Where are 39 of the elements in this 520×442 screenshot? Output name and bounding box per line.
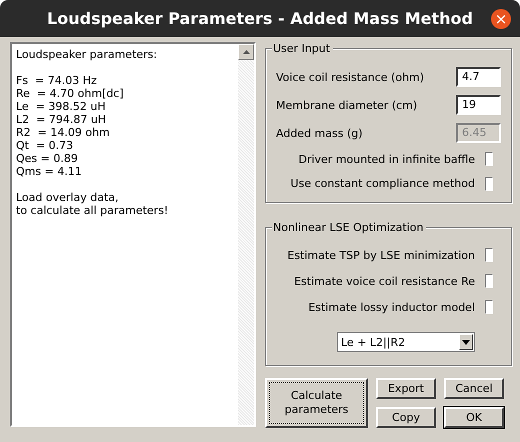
output-line: Re = 4.70 ohm[dc] xyxy=(16,87,125,100)
calculate-button[interactable]: Calculate parameters xyxy=(265,378,368,428)
scrollbar[interactable] xyxy=(238,44,254,425)
close-button[interactable]: × xyxy=(491,9,511,29)
output-line: Loudspeaker parameters: xyxy=(16,48,158,61)
checkbox[interactable] xyxy=(485,274,493,288)
input-field[interactable]: 19 xyxy=(456,95,501,116)
dialog-button[interactable]: Copy xyxy=(376,407,436,428)
checkbox[interactable] xyxy=(485,176,493,191)
output-line: Load overlay data, xyxy=(16,191,120,204)
dialog-button[interactable]: Export xyxy=(376,378,436,399)
output-line: Fs = 74.03 Hz xyxy=(16,74,98,87)
output-line: Qms = 4.11 xyxy=(16,165,83,178)
output-line: Qt = 0.73 xyxy=(16,139,74,152)
checkbox-label: Driver mounted in infinite baffle xyxy=(298,152,475,166)
up-arrow-icon xyxy=(242,50,250,54)
group-title: Nonlinear LSE Optimization xyxy=(272,221,426,234)
input-field[interactable]: 4.7 xyxy=(456,67,501,88)
field-label: Voice coil resistance (ohm) xyxy=(276,70,424,84)
checkbox-label: Use constant compliance method xyxy=(290,177,475,190)
field-label: Added mass (g) xyxy=(276,126,363,140)
output-line: L2 = 794.87 uH xyxy=(16,113,108,126)
field-label: Membrane diameter (cm) xyxy=(276,98,418,112)
checkbox[interactable] xyxy=(485,300,493,314)
output-line: Le = 398.52 uH xyxy=(16,100,107,113)
window-title: Loudspeaker Parameters - Added Mass Method xyxy=(47,9,473,28)
scroll-up-button[interactable] xyxy=(238,44,254,60)
output-line: to calculate all parameters! xyxy=(16,204,170,217)
output-line: R2 = 14.09 ohm xyxy=(16,126,111,139)
checkbox-label: Estimate TSP by LSE minimization xyxy=(287,248,475,262)
checkbox-label: Estimate voice coil resistance Re xyxy=(294,274,475,288)
model-dropdown[interactable]: Le + L2||R2 xyxy=(337,332,475,352)
checkbox-label: Estimate lossy inductor model xyxy=(308,300,475,314)
dialog-button[interactable]: OK xyxy=(444,407,504,428)
group-title: User Input xyxy=(272,42,334,55)
checkbox[interactable] xyxy=(485,248,493,262)
dialog-button[interactable]: Cancel xyxy=(444,378,504,399)
output-line: Qes = 0.89 xyxy=(16,152,79,165)
checkbox[interactable] xyxy=(485,152,493,166)
